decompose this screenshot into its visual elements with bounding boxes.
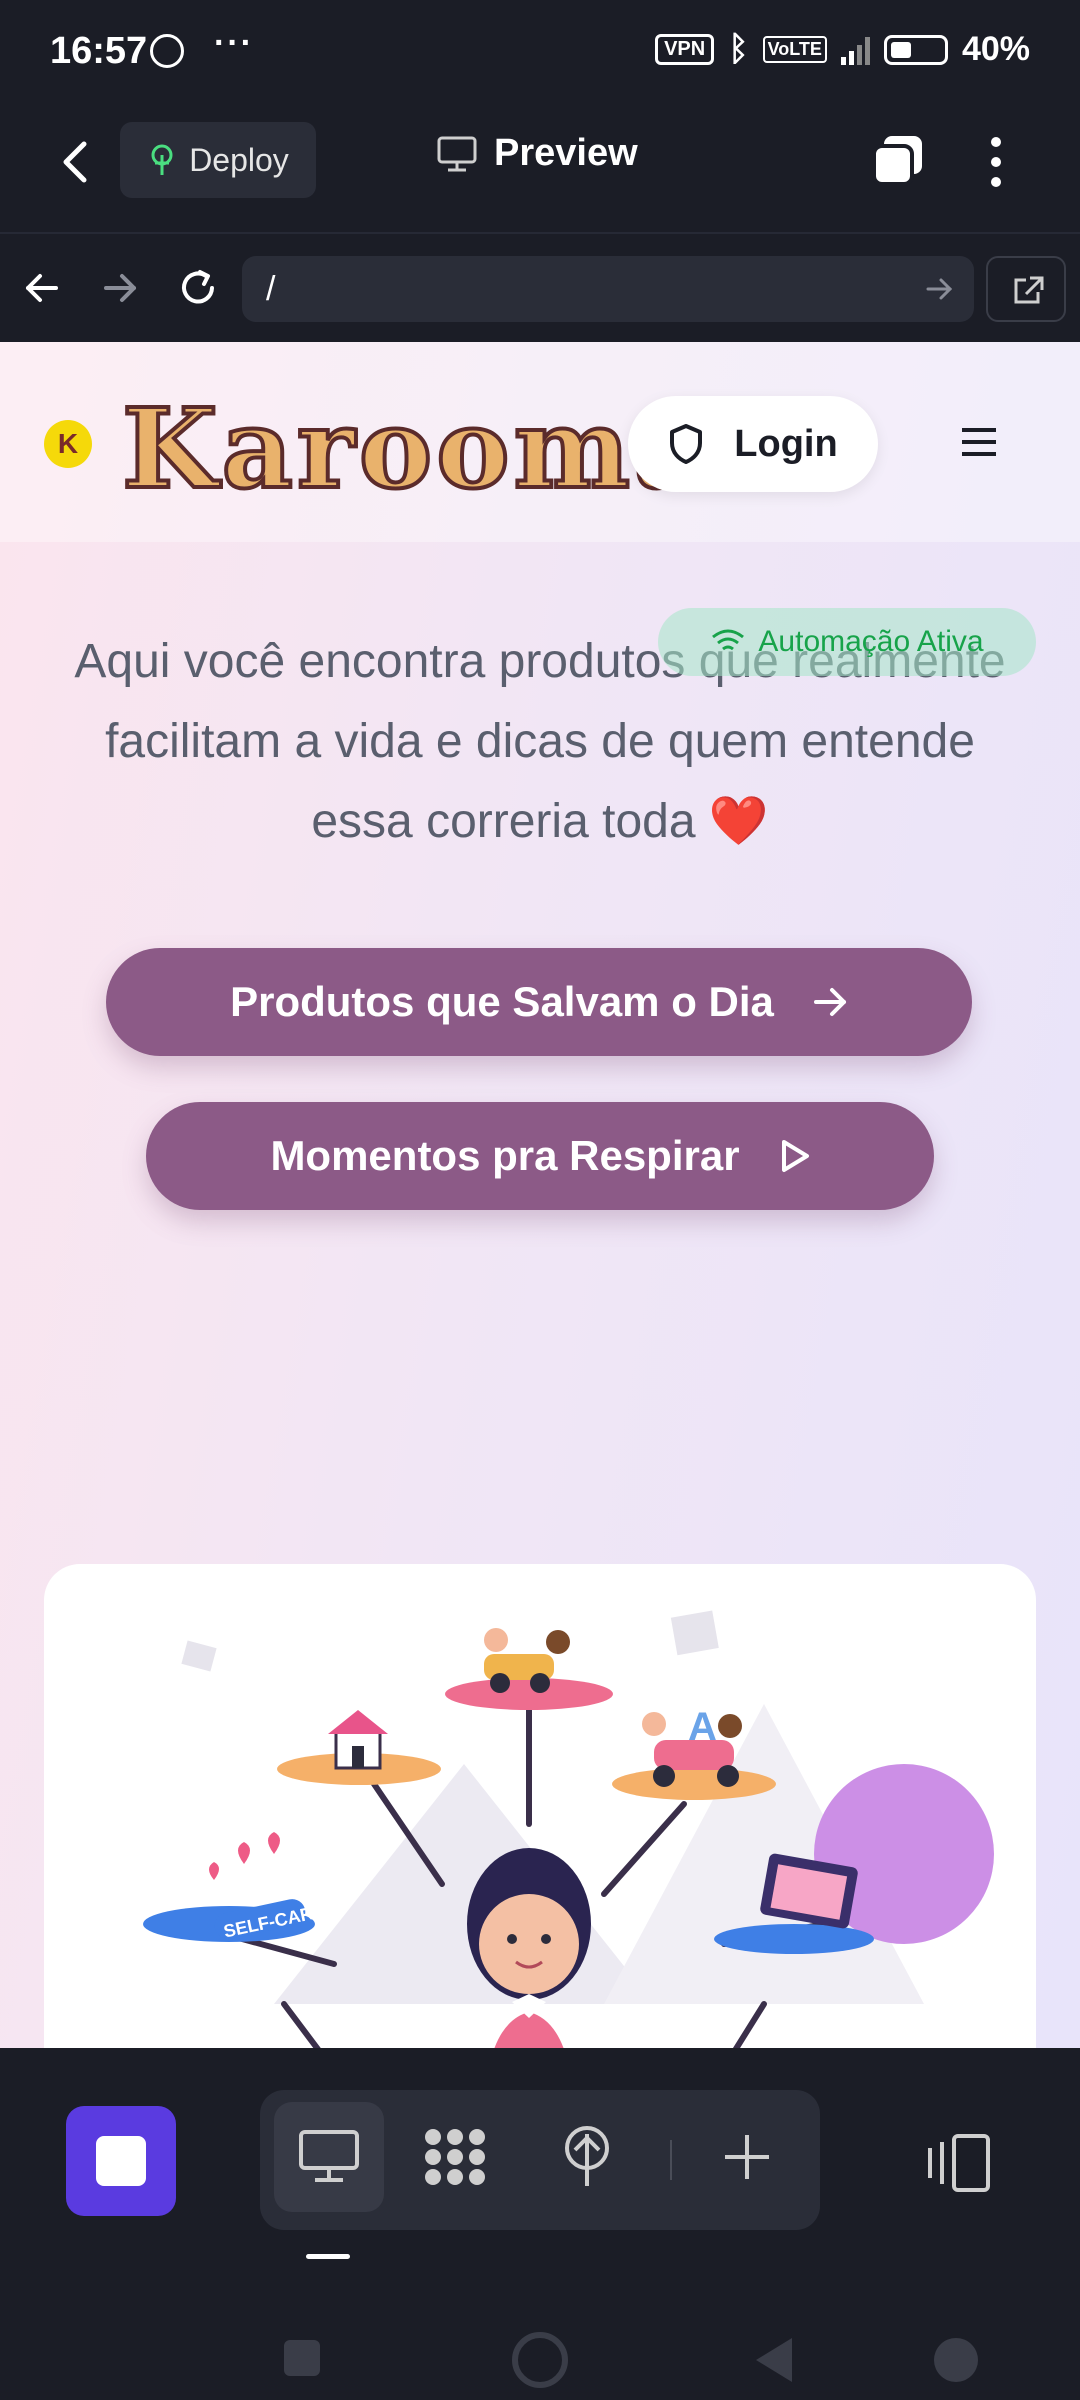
view-toolbar <box>260 2090 820 2230</box>
signal-icon <box>840 35 870 65</box>
tabs-icon[interactable] <box>870 132 926 188</box>
system-recents-button[interactable] <box>284 2340 320 2376</box>
workflow-view-button[interactable] <box>400 2102 510 2212</box>
site-logo-text[interactable]: Karooma <box>120 392 709 506</box>
system-home-button[interactable] <box>512 2332 568 2388</box>
reload-icon[interactable] <box>176 266 220 310</box>
system-assist-button[interactable] <box>934 2338 978 2382</box>
site-logo-icon: K <box>44 420 92 468</box>
stop-icon <box>96 2136 146 2186</box>
login-button[interactable]: Login <box>628 396 878 492</box>
url-input[interactable]: / <box>242 256 974 322</box>
play-icon <box>781 1140 809 1172</box>
back-icon[interactable] <box>56 138 96 186</box>
system-back-button[interactable] <box>756 2338 792 2382</box>
antenna-icon <box>565 2126 609 2186</box>
secondary-cta-button[interactable]: Momentos pra Respirar <box>146 1102 934 1210</box>
more-options-icon[interactable] <box>984 134 1008 190</box>
site-header: K Karooma Login <box>0 342 1080 542</box>
go-icon[interactable] <box>926 276 954 302</box>
open-external-button[interactable] <box>986 256 1066 322</box>
split-view-icon[interactable] <box>924 2132 992 2194</box>
svg-text:A: A <box>688 1705 717 1749</box>
secondary-cta-label: Momentos pra Respirar <box>270 1132 740 1179</box>
shield-icon <box>670 424 703 464</box>
external-link-icon <box>1014 276 1044 304</box>
automation-badge-label: Automação Ativa <box>758 625 984 658</box>
editor-bottom-bar <box>0 2048 1080 2400</box>
automation-status-badge: Automação Ativa <box>658 608 1036 676</box>
deploy-label: Deploy <box>189 141 289 178</box>
stop-button[interactable] <box>66 2106 176 2216</box>
balancing-mom-illustration: A SELF-CARE <box>143 1610 994 2048</box>
hamburger-menu-icon[interactable] <box>960 426 998 458</box>
url-text: / <box>266 270 276 308</box>
primary-cta-button[interactable]: Produtos que Salvam o Dia <box>106 948 972 1056</box>
status-indicators: VPN ᛒ VoLTE 40% <box>655 30 1030 69</box>
vpn-badge: VPN <box>655 34 715 65</box>
nav-back-icon[interactable] <box>22 268 62 308</box>
deploy-icon <box>151 144 173 175</box>
nodes-icon <box>425 2129 485 2185</box>
monitor-icon <box>437 136 477 171</box>
editor-top-bar: Deploy Preview <box>0 108 1080 232</box>
more-notifications-icon: ··· <box>214 24 254 62</box>
status-time: 16:57 <box>50 30 148 72</box>
desktop-icon <box>299 2130 359 2182</box>
hero-illustration-card: A SELF-CARE <box>44 1564 1036 2048</box>
site-preview: K Karooma Login Aqui você encontra produ… <box>0 342 1080 2048</box>
browser-nav-bar: / <box>0 232 1080 342</box>
deploy-view-button[interactable] <box>532 2102 642 2212</box>
preview-view-button[interactable] <box>274 2102 384 2212</box>
plus-icon <box>725 2135 769 2179</box>
primary-cta-label: Produtos que Salvam o Dia <box>230 978 774 1025</box>
toolbar-divider <box>670 2140 672 2180</box>
preview-tab[interactable]: Preview <box>436 132 638 175</box>
add-tab-button[interactable] <box>692 2102 802 2212</box>
arrow-right-icon <box>813 988 846 1016</box>
status-bar: 16:57 ··· VPN ᛒ VoLTE 40% <box>0 0 1080 108</box>
preview-label: Preview <box>494 132 638 174</box>
deploy-button[interactable]: Deploy <box>120 122 316 198</box>
nav-forward-icon[interactable] <box>100 268 140 308</box>
battery-icon <box>883 34 948 65</box>
wifi-icon <box>712 629 745 651</box>
battery-percent: 40% <box>961 30 1030 68</box>
login-label: Login <box>734 422 838 465</box>
volte-icon: VoLTE <box>762 36 827 63</box>
active-tab-indicator <box>306 2254 350 2259</box>
bluetooth-icon: ᛒ <box>728 30 749 68</box>
whatsapp-icon <box>150 34 184 68</box>
